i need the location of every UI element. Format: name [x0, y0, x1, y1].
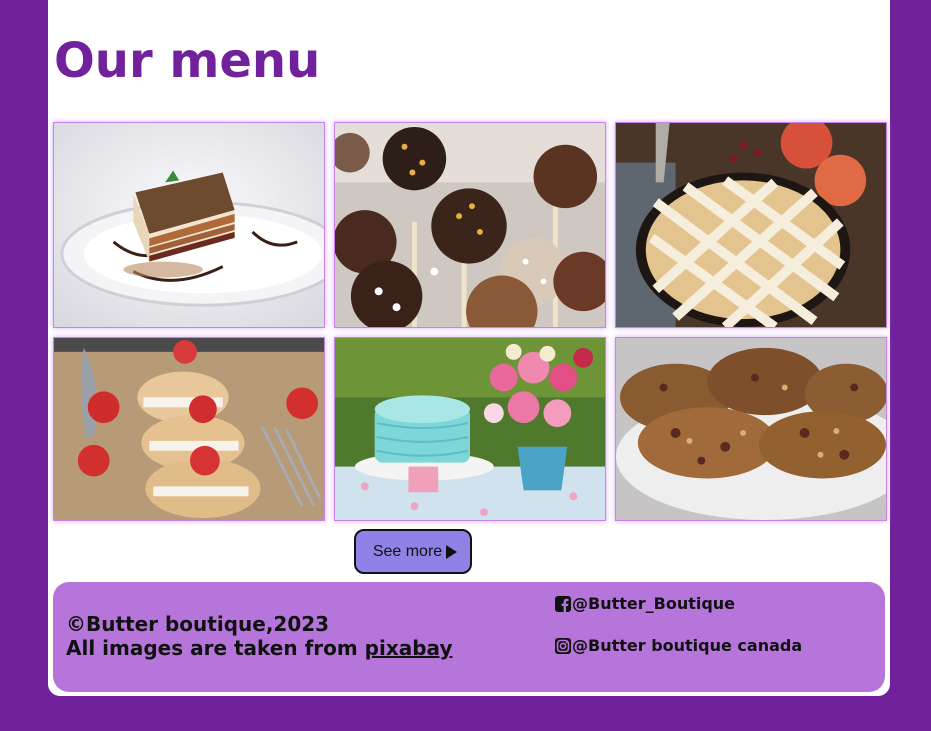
fruit-nut-cookies-image	[616, 338, 886, 520]
gallery-image-ruffle-cake[interactable]	[334, 337, 606, 521]
gallery-image-cream-puffs[interactable]	[53, 337, 325, 521]
instagram-link[interactable]: @Butter boutique canada	[555, 636, 802, 656]
layered-cake-slice-image	[54, 123, 324, 327]
chocolate-cake-pops-image	[335, 123, 605, 327]
lattice-apple-pie-image	[616, 123, 886, 327]
menu-page: Our menu See more ©Butter boutique,2023 …	[48, 0, 890, 696]
site-footer: ©Butter boutique,2023 All images are tak…	[53, 582, 885, 692]
gallery-image-cake-slice[interactable]	[53, 122, 325, 328]
facebook-icon	[555, 596, 571, 612]
image-credit-prefix: All images are taken from	[66, 636, 365, 660]
pixabay-link[interactable]: pixabay	[365, 636, 453, 660]
page-title: Our menu	[54, 33, 321, 89]
see-more-label: See more	[372, 542, 443, 560]
strawberry-cream-puffs-image	[54, 338, 324, 520]
copyright-text: ©Butter boutique,2023	[66, 612, 330, 636]
gallery-image-cake-pops[interactable]	[334, 122, 606, 328]
facebook-link[interactable]: @Butter_Boutique	[555, 594, 735, 614]
image-credit-line: All images are taken from pixabay	[66, 636, 452, 660]
footer-credits: ©Butter boutique,2023 All images are tak…	[66, 612, 452, 660]
gallery-image-apple-pie[interactable]	[615, 122, 887, 328]
play-triangle-icon	[446, 544, 458, 559]
see-more-button[interactable]: See more	[354, 529, 472, 574]
ruffle-cake-and-flowers-image	[335, 338, 605, 520]
facebook-handle: @Butter_Boutique	[572, 594, 736, 613]
gallery-image-cookies[interactable]	[615, 337, 887, 521]
instagram-handle: @Butter boutique canada	[572, 636, 803, 655]
instagram-icon	[555, 638, 571, 654]
